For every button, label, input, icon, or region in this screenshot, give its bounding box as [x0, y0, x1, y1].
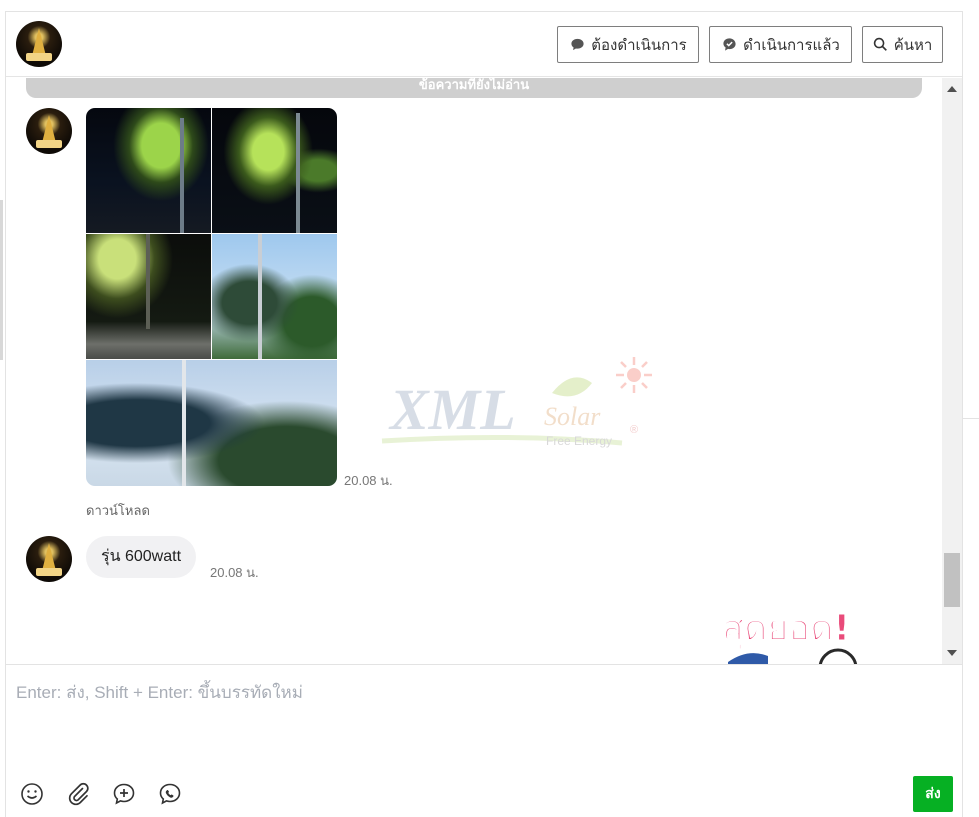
svg-text:®: ® [630, 424, 638, 436]
done-button-label: ดำเนินการแล้ว [743, 36, 840, 54]
photo-thumbnail[interactable] [86, 360, 337, 486]
svg-text:Solar: Solar [544, 402, 601, 431]
emoji-icon[interactable] [18, 780, 46, 808]
photo-thumbnail[interactable] [86, 234, 211, 359]
speech-bubble-icon [569, 37, 585, 53]
sender-avatar[interactable] [26, 536, 72, 582]
photo-album[interactable] [86, 108, 337, 486]
svg-text:Free Energy: Free Energy [546, 434, 612, 448]
message-input[interactable] [6, 665, 962, 765]
check-bubble-icon [721, 37, 737, 53]
svg-text:XML: XML [388, 377, 516, 442]
left-panel-edge [0, 200, 3, 360]
photo-thumbnail[interactable] [212, 108, 337, 233]
todo-button-label: ต้องดำเนินการ [591, 36, 687, 54]
search-button-label: ค้นหา [893, 36, 933, 54]
download-link[interactable]: ดาวน์โหลด [86, 500, 150, 521]
message-list[interactable]: ข้อความที่ยังไม่อ่าน 20.08 น. ดาวน์โหลด … [6, 78, 942, 664]
xml-solar-watermark-logo: XML Solar Free Energy ® [362, 353, 652, 463]
message-time: 20.08 น. [344, 473, 393, 488]
search-icon [873, 37, 888, 53]
sender-avatar[interactable] [26, 108, 72, 154]
scrollbar-thumb[interactable] [944, 553, 960, 607]
message-bubble[interactable]: รุ่น 600watt [86, 536, 197, 578]
message-composer: ส่ง [6, 664, 962, 817]
message-time: 20.08 น. [210, 565, 259, 580]
sticker-text: สุดยอด! [722, 608, 850, 651]
todo-button[interactable]: ต้องดำเนินการ [557, 26, 699, 63]
sticker-image[interactable]: สุดยอด! [718, 598, 918, 664]
send-button[interactable]: ส่ง [913, 776, 953, 812]
attachment-icon[interactable] [64, 780, 92, 808]
add-message-icon[interactable] [110, 780, 138, 808]
unread-divider: ข้อความที่ยังไม่อ่าน [26, 78, 922, 98]
scroll-up-arrow-icon[interactable] [947, 86, 957, 92]
chat-scrollbar[interactable] [942, 78, 962, 664]
search-button[interactable]: ค้นหา [862, 26, 943, 63]
right-divider [963, 418, 979, 419]
contact-avatar[interactable] [16, 21, 62, 67]
chat-header: ต้องดำเนินการ ดำเนินการแล้ว ค้นหา [6, 12, 962, 77]
photo-thumbnail[interactable] [212, 234, 337, 359]
scroll-down-arrow-icon[interactable] [947, 650, 957, 656]
done-button[interactable]: ดำเนินการแล้ว [709, 26, 852, 63]
photo-thumbnail[interactable] [86, 108, 211, 233]
voice-call-icon[interactable] [156, 780, 184, 808]
